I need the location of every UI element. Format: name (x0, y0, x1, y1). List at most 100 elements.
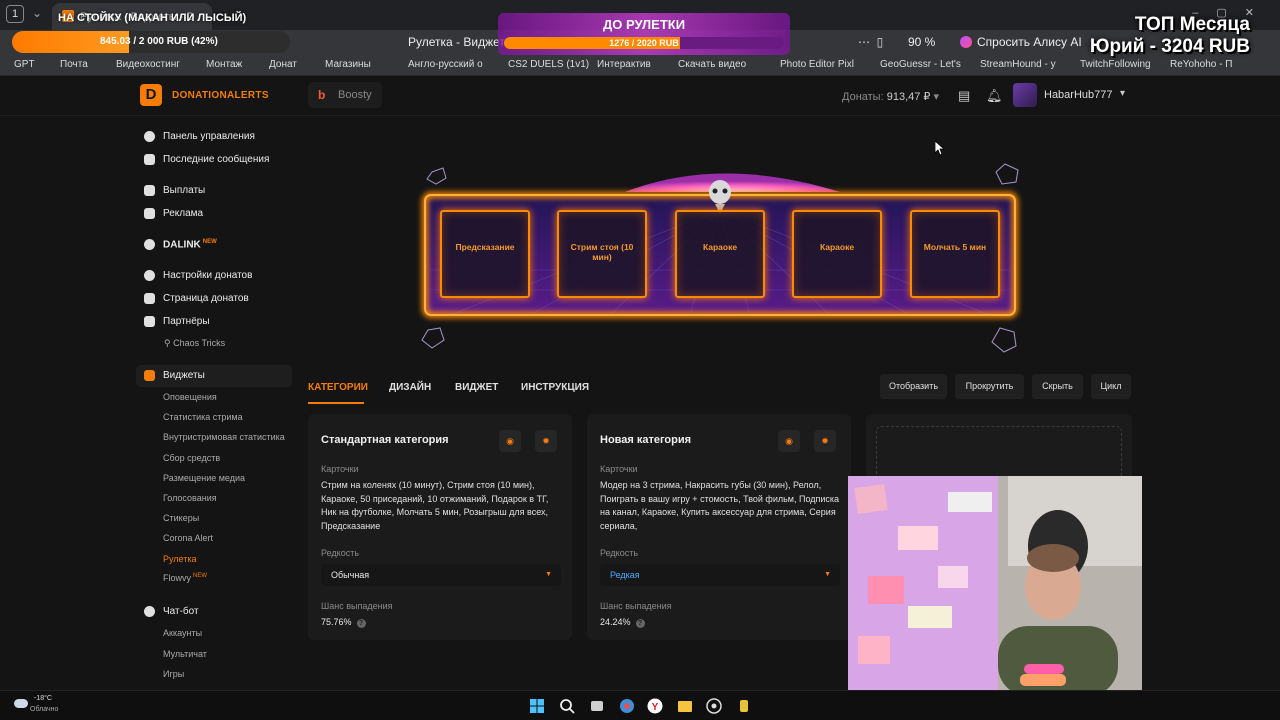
add-category-card[interactable] (866, 414, 1132, 486)
bookmark-folder[interactable]: Скачать видео (678, 59, 746, 70)
folder-icon[interactable] (677, 698, 693, 714)
rarity-label: Редкость (321, 548, 360, 558)
sidebar-sub-item-flowvy[interactable]: Flowvy NEW (163, 573, 207, 583)
sidebar-sub-item[interactable]: Статистика стрима (163, 412, 243, 422)
bookmark-item[interactable]: ReYohoho - П (1170, 59, 1232, 70)
help-icon[interactable]: ? (356, 619, 366, 628)
rarity-select[interactable]: Редкая ▼ (600, 564, 840, 586)
task-view-icon[interactable] (589, 698, 605, 714)
tab-list-chevron-icon[interactable]: ⌄ (32, 6, 42, 20)
cards-label: Карточки (321, 464, 359, 474)
sidebar-item-ads[interactable]: Реклама (136, 203, 292, 225)
sidebar-item-dalink[interactable]: DALINK NEW (136, 234, 292, 256)
ask-alice-button[interactable]: Спросить Алису AI (960, 35, 1082, 49)
gear-icon (144, 270, 155, 281)
sidebar-item-messages[interactable]: Последние сообщения (136, 149, 292, 171)
gear-icon[interactable]: ✹ (814, 430, 836, 452)
tab-widget[interactable]: ВИДЖЕТ (455, 382, 498, 393)
bookmark-folder[interactable]: Донат (269, 59, 297, 70)
weather-description: Облачно (30, 706, 59, 713)
sidebar-item-donation-page[interactable]: Страница донатов (136, 288, 292, 310)
username[interactable]: HabarHub777 (1044, 89, 1113, 101)
bookmark-item[interactable]: TwitchFollowing (1080, 59, 1151, 70)
zoom-level[interactable]: 90 % (908, 35, 935, 49)
bookmark-folder[interactable]: Монтаж (206, 59, 242, 70)
document-icon[interactable]: ▤ (958, 88, 970, 104)
loop-button[interactable]: Цикл (1091, 374, 1131, 399)
sidebar-item-partners[interactable]: Партнёры (136, 311, 292, 333)
more-bookmark-icons[interactable]: ⋯ ▯ (858, 35, 883, 49)
hide-button[interactable]: Скрыть (1032, 374, 1083, 399)
bookmark-folder[interactable]: Видеохостинг (116, 59, 180, 70)
sidebar-sub-item[interactable]: Стикеры (163, 513, 199, 523)
bookmark-item[interactable]: Photo Editor Pixl (780, 59, 854, 70)
gear-icon[interactable]: ✹ (535, 430, 557, 452)
search-icon[interactable] (559, 698, 575, 714)
bookmark-item[interactable]: GeoGuessr - Let's (880, 59, 961, 70)
sidebar-sub-item-roulette[interactable]: Рулетка (163, 554, 197, 564)
bookmark-item[interactable]: StreamHound - y (980, 59, 1056, 70)
sidebar-sub-item[interactable]: Размещение медиа (163, 473, 245, 483)
bookmark-folder[interactable]: Почта (60, 59, 88, 70)
chance-value: 24.24% (600, 617, 631, 627)
webcam-overlay (848, 476, 1142, 696)
page-icon (144, 293, 155, 304)
sidebar-item-chatbot[interactable]: Чат-бот (136, 601, 292, 623)
logo-text[interactable]: DONATIONALERTS (172, 90, 269, 101)
sidebar-item-donation-settings[interactable]: Настройки донатов (136, 265, 292, 287)
donation-goal-bar: 845.03 / 2 000 RUB (42%) (12, 31, 290, 53)
obs-icon[interactable] (706, 698, 722, 714)
cards-label: Карточки (600, 464, 638, 474)
skull-pointer-icon (709, 180, 731, 204)
new-badge: NEW (193, 573, 208, 579)
chevron-down-icon[interactable]: ▾ (1120, 88, 1125, 99)
sidebar-item-widgets[interactable]: Виджеты (136, 365, 292, 387)
boosty-button[interactable]: b Boosty (308, 82, 382, 108)
show-button[interactable]: Отобразить (880, 374, 947, 399)
eye-icon[interactable]: ◉ (499, 430, 521, 452)
bookmark-item[interactable]: CS2 DUELS (1v1) (508, 59, 589, 70)
bookmarks-bar: GPT Почта Видеохостинг Монтаж Донат Мага… (0, 56, 1280, 76)
app-icon[interactable] (736, 698, 752, 714)
sidebar-item-payouts[interactable]: Выплаты (136, 180, 292, 202)
donationalerts-logo-icon[interactable]: D (140, 84, 162, 106)
sidebar-sub-item[interactable]: Сбор средств (163, 453, 220, 463)
bookmark-item[interactable]: GPT (14, 59, 35, 70)
chance-label: Шанс выпадения (600, 601, 672, 611)
sidebar-sub-item[interactable]: Игры (163, 669, 184, 679)
mouse-cursor-icon (935, 141, 945, 156)
sidebar-sub-item[interactable]: Мультичат (163, 649, 207, 659)
eye-icon[interactable]: ◉ (778, 430, 800, 452)
help-icon[interactable]: ? (635, 619, 645, 628)
sidebar-sub-item[interactable]: Оповещения (163, 392, 217, 402)
browser-icon[interactable] (619, 698, 635, 714)
cards-list: Модер на 3 стрима, Накрасить губы (30 ми… (600, 480, 840, 531)
bookmark-item[interactable]: Англо-русский о (408, 59, 483, 70)
tab-categories[interactable]: КАТЕГОРИИ (308, 382, 368, 393)
sidebar-item-label: Виджеты (163, 370, 205, 381)
sidebar-sub-item[interactable]: Внутристримовая статистика (163, 432, 285, 442)
cards-list: Стрим на коленях (10 минут), Стрим стоя … (321, 480, 549, 531)
roulette-slot: Предсказание (440, 210, 530, 298)
tab-instructions[interactable]: ИНСТРУКЦИЯ (521, 382, 589, 393)
bookmark-folder[interactable]: Магазины (325, 59, 371, 70)
tab-count-button[interactable]: 1 (6, 5, 24, 23)
donates-balance[interactable]: Донаты: 913,47 ₽ ▾ (842, 90, 939, 103)
sidebar-sub-item[interactable]: Corona Alert (163, 533, 213, 543)
bell-icon[interactable]: 🔔︎ (986, 88, 1003, 104)
yandex-browser-icon[interactable]: Y (647, 698, 663, 714)
roulette-goal-overlay: ДО РУЛЕТКИ 1276 / 2020 RUB (498, 13, 790, 55)
sidebar-item-dashboard[interactable]: Панель управления (136, 126, 292, 148)
spin-button[interactable]: Прокрутить (955, 374, 1024, 399)
bookmark-folder[interactable]: Интерактив (597, 59, 651, 70)
tab-design[interactable]: ДИЗАЙН (389, 382, 431, 393)
dalink-label: DALINK (163, 239, 201, 251)
rarity-select[interactable]: Обычная ▼ (321, 564, 561, 586)
sidebar-sub-item[interactable]: Голосования (163, 493, 217, 503)
roulette-goal-title: ДО РУЛЕТКИ (602, 17, 686, 32)
partners-icon (144, 316, 155, 327)
avatar[interactable] (1013, 83, 1037, 107)
sidebar-sub-item[interactable]: Аккаунты (163, 628, 202, 638)
sidebar-sub-chaos-tricks[interactable]: ⚲ Chaos Tricks (164, 338, 225, 349)
start-icon[interactable] (529, 698, 545, 714)
